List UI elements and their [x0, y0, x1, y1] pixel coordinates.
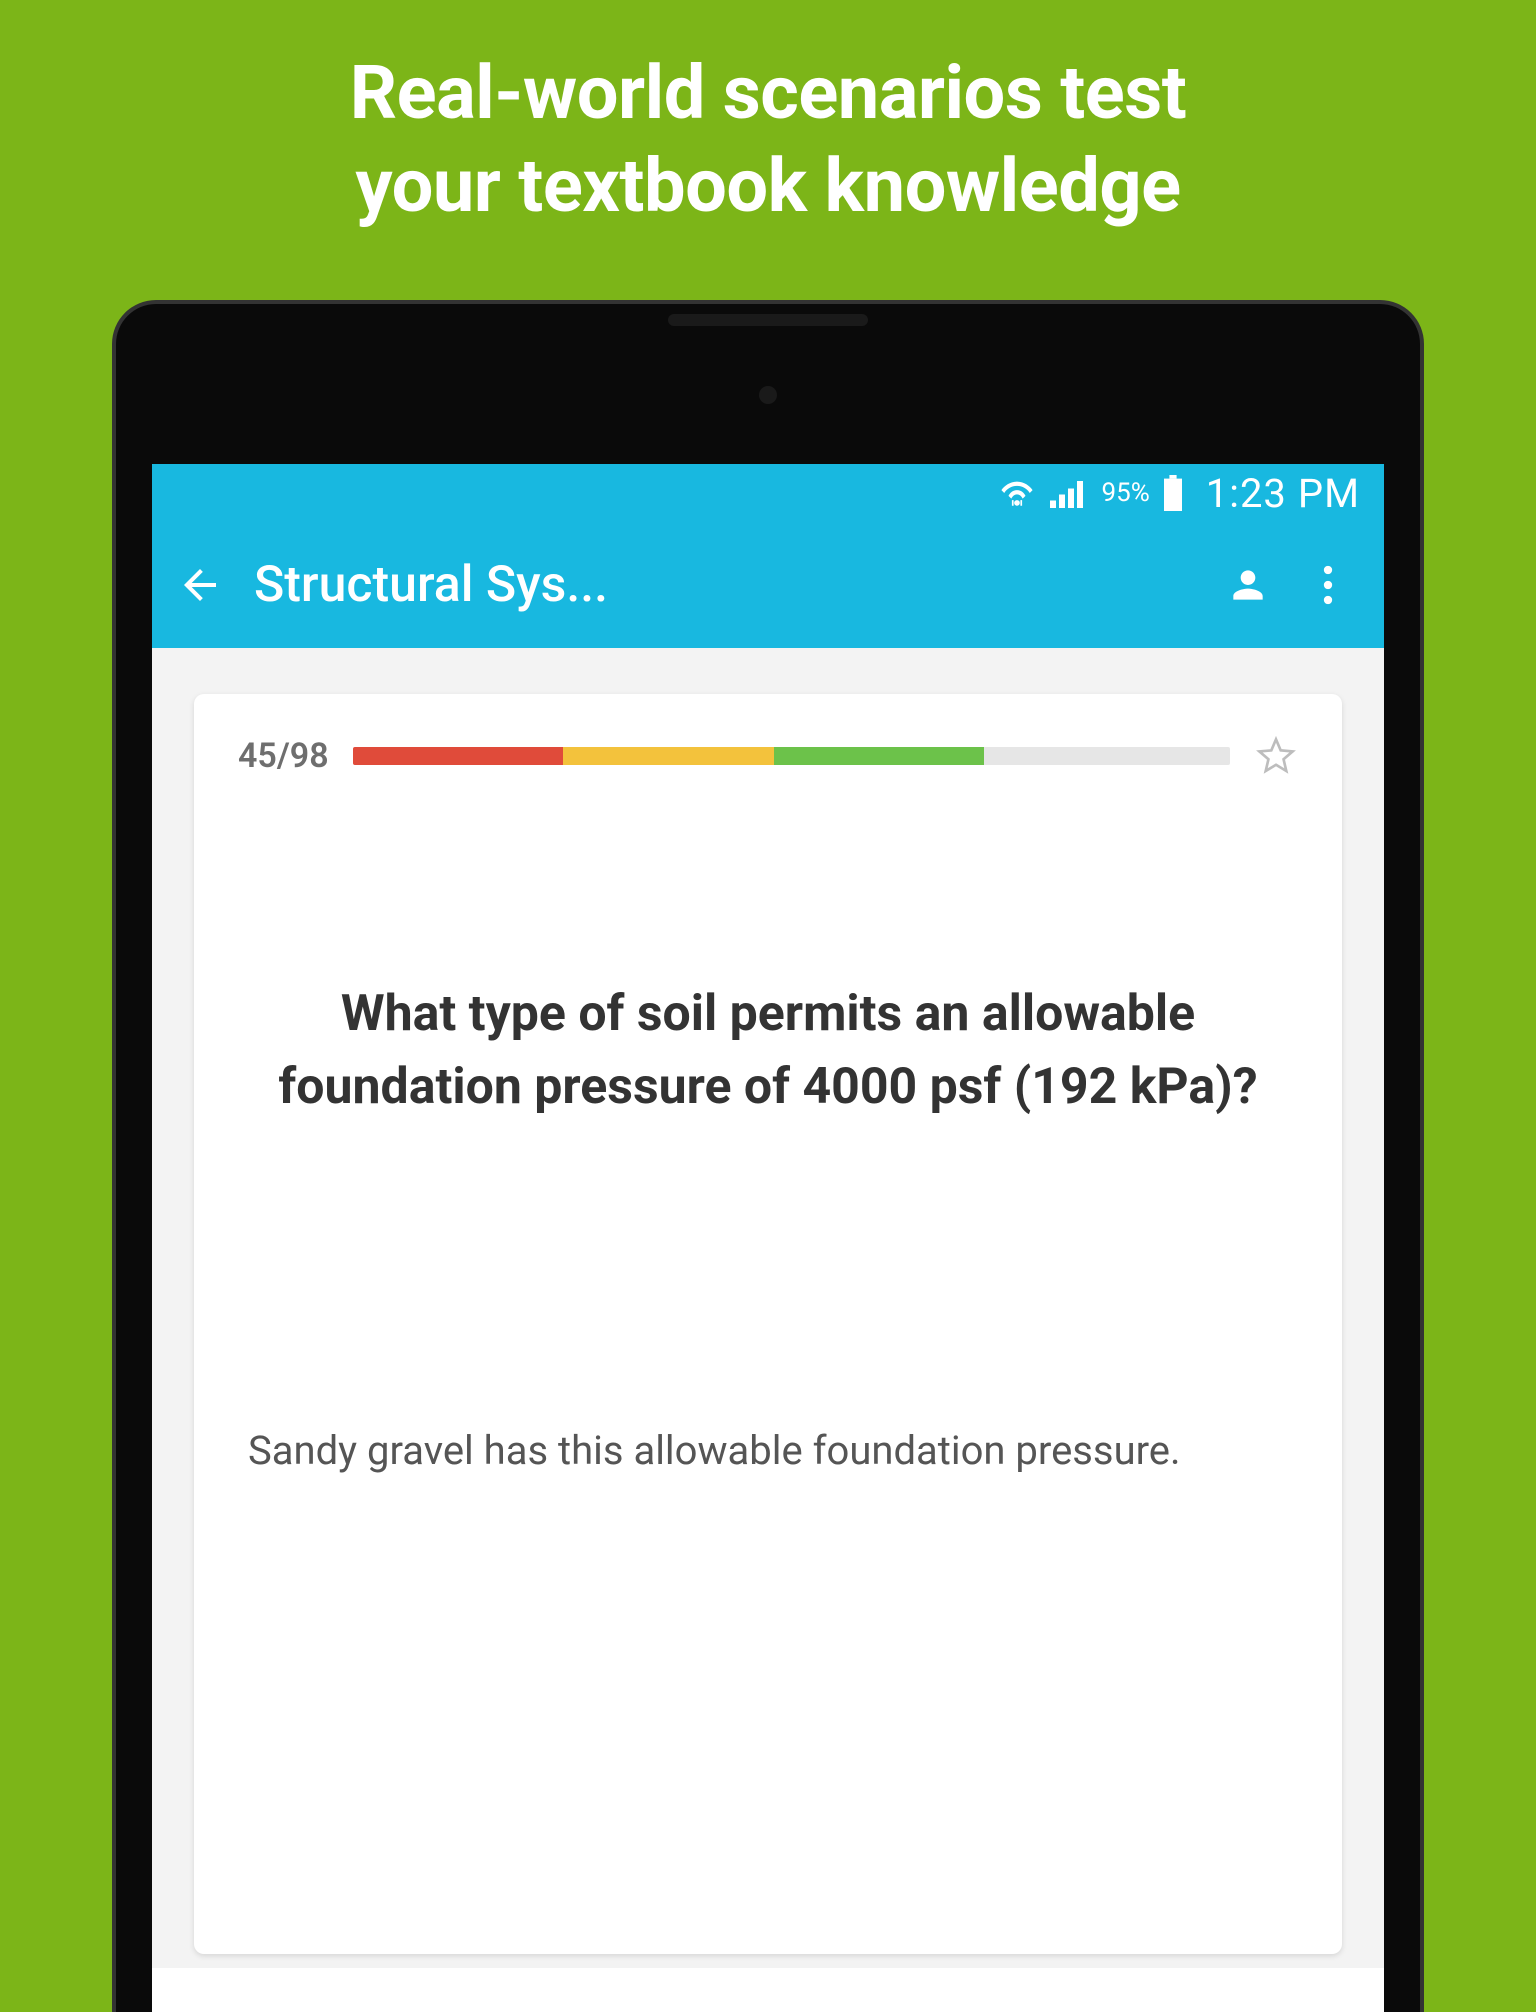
- battery-icon: [1162, 475, 1184, 511]
- tablet-screen: 95% 1:23 PM Structural Sys...: [152, 464, 1384, 2012]
- favorite-button[interactable]: [1254, 734, 1298, 778]
- promo-headline-line1: Real-world scenarios test: [350, 50, 1187, 137]
- card-counter: 45/98: [238, 736, 329, 776]
- android-status-bar: 95% 1:23 PM: [152, 464, 1384, 522]
- more-vert-icon: [1323, 565, 1333, 605]
- progress-segment-green: [774, 747, 985, 765]
- arrow-left-icon: [176, 561, 224, 609]
- signal-icon: [1050, 478, 1086, 508]
- status-time: 1:23 PM: [1206, 470, 1360, 517]
- flashcard[interactable]: 45/98 What type of soil permits an allow…: [194, 694, 1342, 1954]
- tablet-bezel-top: [116, 304, 1420, 464]
- tablet-device-frame: 95% 1:23 PM Structural Sys...: [112, 300, 1424, 2012]
- progress-segment-red: [353, 747, 564, 765]
- battery-percentage: 95%: [1102, 478, 1150, 508]
- app-bar: Structural Sys...: [152, 522, 1384, 648]
- wifi-icon: [1000, 478, 1034, 508]
- flashcard-header: 45/98: [238, 734, 1298, 778]
- promo-headline-line2: your textbook knowledge: [355, 143, 1180, 230]
- profile-button[interactable]: [1220, 557, 1276, 613]
- overflow-menu-button[interactable]: [1300, 557, 1356, 613]
- back-button[interactable]: [170, 555, 230, 615]
- promo-headline: Real-world scenarios test your textbook …: [0, 0, 1536, 233]
- star-outline-icon: [1256, 736, 1296, 776]
- tablet-speaker: [668, 314, 868, 326]
- person-icon: [1226, 563, 1270, 607]
- content-area: 45/98 What type of soil permits an allow…: [152, 648, 1384, 1968]
- flashcard-answer: Sandy gravel has this allowable foundati…: [238, 1423, 1298, 1479]
- app-bar-title: Structural Sys...: [254, 556, 1196, 614]
- flashcard-question: What type of soil permits an allowable f…: [238, 978, 1298, 1123]
- progress-bar: [353, 747, 1230, 765]
- progress-segment-yellow: [563, 747, 774, 765]
- tablet-camera: [759, 386, 777, 404]
- progress-segment-empty: [984, 747, 1230, 765]
